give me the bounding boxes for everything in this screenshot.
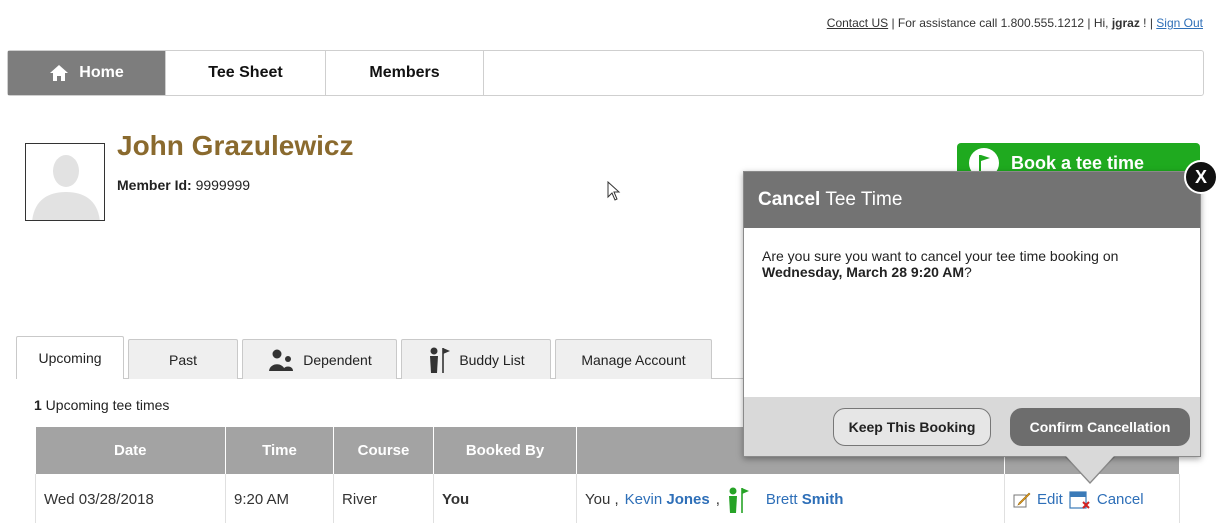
tab-past[interactable]: Past	[128, 339, 238, 379]
edit-booking-link[interactable]: Edit	[1037, 491, 1063, 508]
cell-date: Wed 03/28/2018	[35, 474, 226, 523]
top-utility-bar: Contact US | For assistance call 1.800.5…	[827, 16, 1203, 30]
greeting-suffix: ! |	[1139, 16, 1157, 30]
member-name: John Grazulewicz	[117, 130, 354, 161]
tab-buddy-list-label: Buddy List	[459, 351, 525, 368]
cell-course: River	[333, 474, 434, 523]
booked-by-value: You	[442, 491, 470, 509]
dialog-title-rest: Tee Time	[825, 189, 903, 210]
tab-buddy-list[interactable]: Buddy List	[401, 339, 551, 379]
confirm-cancellation-button[interactable]: Confirm Cancellation	[1010, 408, 1190, 446]
player3-first: Brett	[765, 491, 798, 509]
col-date: Date	[35, 427, 226, 474]
golfer-flag-icon	[430, 347, 451, 373]
nav-home-label: Home	[79, 64, 124, 81]
upcoming-count: 1 Upcoming tee times	[34, 397, 169, 413]
col-booked-by: Booked By	[433, 427, 577, 474]
close-dialog-button[interactable]: X	[1184, 160, 1218, 194]
member-id-label: Member Id:	[117, 177, 192, 193]
cell-time: 9:20 AM	[225, 474, 334, 523]
home-icon	[50, 65, 69, 81]
cell-booked-by: You	[433, 474, 577, 523]
dialog-title-bold: Cancel	[758, 189, 821, 210]
mouse-cursor-icon	[607, 181, 621, 201]
player-kevin-jones-link[interactable]: Kevin Jones	[625, 491, 710, 508]
player2-last: Jones	[666, 491, 710, 509]
sign-out-link[interactable]: Sign Out	[1156, 16, 1203, 30]
avatar	[25, 143, 105, 221]
calendar-cancel-icon	[1069, 491, 1090, 509]
nav-members[interactable]: Members	[326, 51, 484, 95]
main-nav: Home Tee Sheet Members	[7, 50, 1204, 96]
upcoming-count-label: Upcoming tee times	[41, 397, 170, 413]
tab-dependent-label: Dependent	[303, 351, 372, 368]
tab-dependent[interactable]: Dependent	[242, 339, 397, 379]
account-tabs: Upcoming Past Dependent Buddy List Manag…	[16, 336, 716, 379]
upcoming-count-number: 1	[34, 397, 42, 413]
dialog-message-post: ?	[964, 264, 972, 280]
dialog-message-pre: Are you sure you want to cancel your tee…	[762, 248, 1119, 264]
player2-first: Kevin	[624, 491, 663, 509]
contact-us-link[interactable]: Contact US	[827, 16, 888, 30]
keep-booking-button[interactable]: Keep This Booking	[833, 408, 991, 446]
cancel-booking-link[interactable]: Cancel	[1097, 491, 1144, 508]
table-row: Wed 03/28/2018 9:20 AM River You You , K…	[35, 474, 1180, 523]
edit-icon	[1013, 492, 1031, 508]
cancel-tee-time-dialog: Cancel Tee Time Are you sure you want to …	[743, 171, 1201, 457]
dialog-header: Cancel Tee Time	[744, 172, 1200, 228]
tab-manage-account[interactable]: Manage Account	[555, 339, 712, 379]
close-icon: X	[1194, 166, 1207, 187]
dialog-message: Are you sure you want to cancel your tee…	[744, 228, 1200, 398]
player-you: You ,	[585, 491, 619, 509]
dialog-footer: Keep This Booking Confirm Cancellation	[744, 397, 1200, 456]
player-brett-smith-link[interactable]: Brett Smith	[766, 491, 844, 508]
member-id-value: 9999999	[191, 177, 251, 193]
golfer-flag-icon	[728, 487, 749, 513]
col-time: Time	[225, 427, 334, 474]
member-id: Member Id: 9999999	[117, 177, 250, 193]
player-separator: ,	[715, 491, 720, 509]
nav-home[interactable]: Home	[8, 51, 166, 95]
modal-pointer-fill	[1066, 456, 1114, 482]
username: jgraz	[1111, 16, 1140, 30]
assistance-text: | For assistance call 1.800.555.1212 | H…	[888, 16, 1112, 30]
dialog-message-date: Wednesday, March 28 9:20 AM	[762, 264, 965, 280]
tab-upcoming[interactable]: Upcoming	[16, 336, 124, 379]
nav-tee-sheet[interactable]: Tee Sheet	[166, 51, 326, 95]
cell-players: You , Kevin Jones , Brett Smith	[576, 474, 1005, 523]
col-course: Course	[333, 427, 434, 474]
family-icon	[269, 349, 294, 371]
player3-last: Smith	[801, 491, 844, 509]
user-silhouette-icon	[26, 144, 104, 220]
